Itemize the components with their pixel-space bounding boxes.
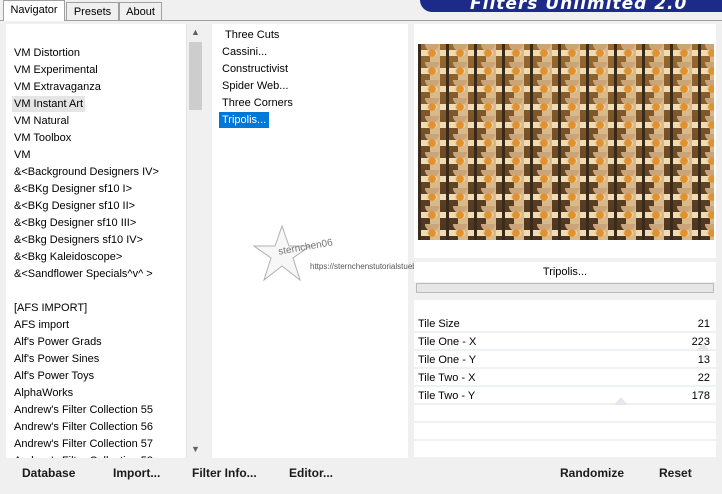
parameter-empty-row [414,442,716,459]
filter-name: Tripolis... [542,266,588,278]
category-item[interactable]: &<BKg Designer sf10 II> [14,198,135,214]
tab-divider [0,20,722,21]
parameters-panel: Tile Size 21 Tile One - X 223 Tile One - Y 13… [414,300,716,459]
category-item[interactable]: VM Distortion [14,45,80,61]
slider-track[interactable] [414,367,716,369]
parameter-slider[interactable]: Tile One - X 223 [414,334,716,351]
scroll-up-icon[interactable]: ▲ [187,24,204,41]
randomize-button[interactable]: Randomize [560,466,624,480]
reset-button[interactable]: Reset [659,466,692,480]
parameter-slider[interactable]: Tile Size 21 [414,316,716,333]
category-item[interactable]: VM Instant Art [12,96,86,112]
progress-bar [416,283,714,293]
slider-knob[interactable] [696,343,710,351]
parameter-empty-row [414,406,716,423]
category-item[interactable]: AFS import [14,317,69,333]
category-scrollbar[interactable]: ▲ ▼ [186,24,204,458]
scroll-down-icon[interactable]: ▼ [187,441,204,458]
tab-presets[interactable]: Presets [66,2,119,20]
filter-item[interactable]: Spider Web... [222,78,288,94]
filter-item[interactable]: Tripolis... [217,111,271,129]
parameter-slider[interactable]: Tile One - Y 13 [414,352,716,369]
category-item[interactable]: VM Experimental [14,62,98,78]
category-item[interactable]: AlphaWorks [14,385,73,401]
category-item[interactable]: VM Extravaganza [14,79,101,95]
parameter-slider[interactable]: Tile Two - X 22 [414,370,716,387]
tab-about[interactable]: About [119,2,162,20]
category-item[interactable]: Andrew's Filter Collection 56 [14,419,153,435]
category-item[interactable]: Andrew's Filter Collection 55 [14,402,153,418]
parameter-empty-row [414,424,716,441]
filter-item[interactable]: Three Cuts [225,27,279,43]
category-item[interactable]: Andrew's Filter Collection 57 [14,436,153,452]
slider-track [414,439,716,441]
database-button[interactable]: Database [22,466,75,480]
category-item[interactable]: VM Toolbox [14,130,71,146]
slider-track[interactable] [414,403,716,405]
category-item[interactable]: VM [14,147,31,163]
category-item[interactable]: Alf's Power Sines [14,351,99,367]
slider-knob[interactable] [614,397,628,405]
left-button-bar: Database Import... Filter Info... Editor… [6,458,410,488]
category-list[interactable]: VM Distortion VM Experimental VM Extravaga… [6,24,204,458]
category-item[interactable]: &<Bkg Kaleidoscope> [14,249,122,265]
category-item[interactable]: VM Natural [14,113,69,129]
filter-item[interactable]: Three Corners [222,95,293,111]
slider-track[interactable] [414,385,716,387]
category-item[interactable]: Alf's Power Toys [14,368,94,384]
category-item[interactable]: &<Background Designers IV> [14,164,159,180]
filter-item[interactable]: Constructivist [222,61,288,77]
category-item[interactable]: &<Bkg Designers sf10 IV> [14,232,143,248]
category-item[interactable]: &<BKg Designer sf10 I> [14,181,132,197]
parameter-slider[interactable]: Tile Two - Y 178 [414,388,716,405]
slider-track[interactable] [414,331,716,333]
filter-info-button[interactable]: Filter Info... [192,466,257,480]
app-title: Filters Unlimited 2.0 [470,0,688,12]
right-button-bar: Randomize Reset [414,458,716,488]
tab-navigator[interactable]: Navigator [3,0,65,21]
filter-item[interactable]: Cassini... [222,44,267,60]
app-banner: Filters Unlimited 2.0 [420,0,722,12]
category-item[interactable]: [AFS IMPORT] [14,300,87,316]
filter-name-bar: Tripolis... [414,262,716,282]
slider-track [414,421,716,423]
preview-image [418,44,714,240]
category-item[interactable]: &<Sandflower Specials^v^ > [14,266,153,282]
scroll-thumb[interactable] [189,42,202,110]
editor-button[interactable]: Editor... [289,466,333,480]
category-item[interactable]: Alf's Power Grads [14,334,102,350]
slider-track[interactable] [414,349,716,351]
category-item[interactable]: &<Bkg Designer sf10 III> [14,215,136,231]
import-button[interactable]: Import... [113,466,160,480]
